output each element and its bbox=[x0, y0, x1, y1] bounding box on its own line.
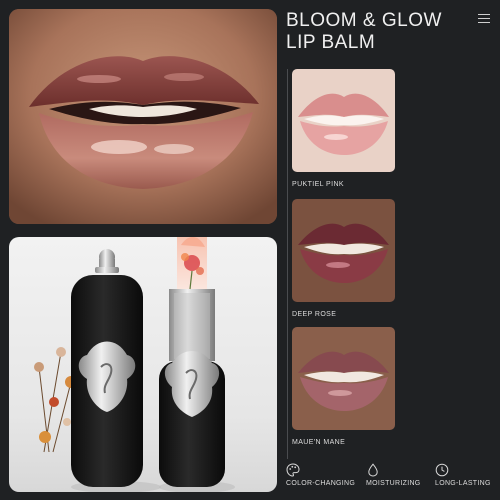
shade-option-maue-n-mane[interactable]: MAUE'N MANE bbox=[292, 327, 395, 446]
shade-name: MAUE'N MANE bbox=[292, 439, 346, 446]
feature-label: MOISTURIZING bbox=[366, 480, 421, 487]
product-title: BLOOM & GLOW LIP BALM bbox=[286, 10, 466, 54]
clock-icon bbox=[435, 463, 449, 477]
shade-option-puktiel-pink[interactable]: PUKTIEL PINK bbox=[292, 69, 395, 188]
droplet-icon bbox=[368, 463, 378, 477]
shade-option-deep-rose[interactable]: DEEP ROSE bbox=[292, 199, 395, 318]
feature-moisturizing: MOISTURIZING bbox=[366, 463, 421, 487]
feature-label: COLOR-CHANGING bbox=[286, 480, 356, 487]
shade-swatch-photo bbox=[292, 69, 395, 172]
shade-swatch-photo bbox=[292, 199, 395, 302]
hero-lips-photo bbox=[9, 9, 277, 224]
shade-swatch-photo bbox=[292, 327, 395, 430]
shade-name: DEEP ROSE bbox=[292, 311, 337, 318]
palette-icon bbox=[286, 463, 300, 477]
title-line-1: BLOOM & GLOW bbox=[286, 10, 442, 31]
feature-long-lasting: LONG-LASTING bbox=[435, 463, 491, 487]
shade-name: PUKTIEL PINK bbox=[292, 181, 344, 188]
product-photo bbox=[9, 237, 277, 492]
feature-color-changing: COLOR-CHANGING bbox=[286, 463, 355, 487]
title-line-2: LIP BALM bbox=[286, 32, 376, 53]
feature-label: LONG-LASTING bbox=[435, 480, 491, 487]
menu-icon[interactable] bbox=[478, 12, 490, 24]
shade-divider bbox=[287, 69, 288, 459]
feature-list: COLOR-CHANGING MOISTURIZING LONG-LASTING bbox=[286, 463, 496, 493]
